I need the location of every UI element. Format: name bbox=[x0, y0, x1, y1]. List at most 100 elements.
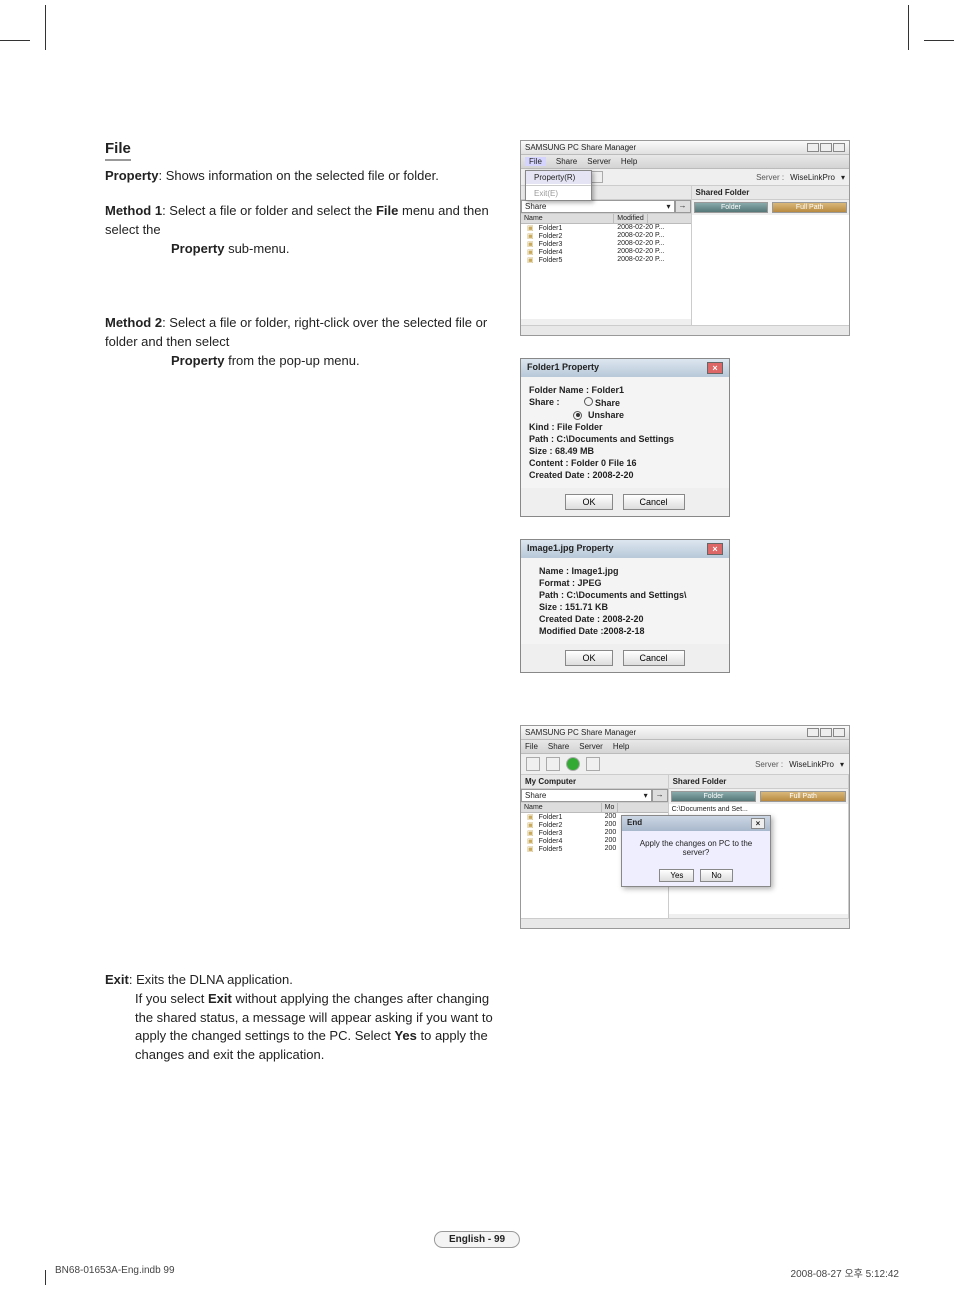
method2: Method 2: Select a file or folder, right… bbox=[105, 314, 500, 371]
menu-help[interactable]: Help bbox=[621, 157, 637, 166]
server-label: Server : bbox=[755, 760, 783, 769]
menubar: File Share Server Help bbox=[521, 740, 849, 754]
fullpath-tab[interactable]: Full Path bbox=[760, 791, 846, 802]
yes-button[interactable]: Yes bbox=[659, 869, 694, 882]
ok-button[interactable]: OK bbox=[565, 494, 612, 510]
path-line: Path : C:\Documents and Settings\ bbox=[539, 590, 721, 600]
kind-line: Kind : File Folder bbox=[529, 422, 721, 432]
share-radio[interactable] bbox=[584, 397, 593, 406]
folder-tab[interactable]: Folder bbox=[694, 202, 769, 213]
app-window-property: SAMSUNG PC Share Manager File Share Serv… bbox=[520, 140, 850, 336]
cancel-button[interactable]: Cancel bbox=[623, 650, 685, 666]
menu-server[interactable]: Server bbox=[579, 742, 603, 751]
toolbar-icon[interactable] bbox=[526, 757, 540, 771]
close-icon[interactable]: × bbox=[707, 362, 723, 374]
window-titlebar: SAMSUNG PC Share Manager bbox=[521, 141, 849, 155]
share-dropdown[interactable]: Share▾ bbox=[521, 789, 652, 802]
chevron-down-icon: ▾ bbox=[667, 202, 671, 211]
crop-mark bbox=[45, 1270, 46, 1285]
dialog-message: Apply the changes on PC to the server? bbox=[622, 831, 770, 865]
col-name[interactable]: Name bbox=[521, 214, 614, 223]
settings-icon[interactable] bbox=[586, 757, 600, 771]
col-modified[interactable]: Mo bbox=[602, 803, 619, 812]
close-icon[interactable] bbox=[833, 728, 845, 737]
footer-filename: BN68-01653A-Eng.indb 99 bbox=[55, 1265, 175, 1280]
server-value[interactable]: WiseLinkPro bbox=[790, 173, 835, 182]
go-button[interactable]: → bbox=[675, 200, 691, 213]
right-panel-title: Shared Folder bbox=[669, 775, 848, 789]
ok-button[interactable]: OK bbox=[565, 650, 612, 666]
maximize-icon[interactable] bbox=[820, 728, 832, 737]
go-button[interactable]: → bbox=[652, 789, 668, 802]
no-button[interactable]: No bbox=[700, 869, 732, 882]
method1: Method 1: Select a file or folder and se… bbox=[105, 202, 500, 259]
property-label: Property bbox=[105, 168, 158, 183]
footer-timestamp: 2008-08-27 오후 5:12:42 bbox=[791, 1265, 899, 1280]
path-line: Path : C:\Documents and Settings bbox=[529, 434, 721, 444]
image-property-dialog: Image1.jpg Property × Name : Image1.jpg … bbox=[520, 539, 730, 673]
file-menu-dropdown: Property(R) Exit(E) bbox=[525, 170, 592, 201]
menu-help[interactable]: Help bbox=[613, 742, 629, 751]
minimize-icon[interactable] bbox=[807, 143, 819, 152]
chevron-down-icon[interactable]: ▾ bbox=[840, 760, 844, 769]
left-panel-title: My Computer bbox=[521, 775, 668, 789]
image-name-line: Name : Image1.jpg bbox=[539, 566, 721, 576]
col-name[interactable]: Name bbox=[521, 803, 602, 812]
menu-share[interactable]: Share bbox=[548, 742, 569, 751]
menu-file[interactable]: File bbox=[525, 157, 546, 166]
folder-property-dialog: Folder1 Property × Folder Name : Folder1… bbox=[520, 358, 730, 517]
shared-folder-body bbox=[692, 215, 849, 325]
share-dropdown[interactable]: Share▾ bbox=[521, 200, 675, 213]
cancel-button[interactable]: Cancel bbox=[623, 494, 685, 510]
menu-share[interactable]: Share bbox=[556, 157, 577, 166]
file-list: ▣Folder12008-02-20 P...▣Folder22008-02-2… bbox=[521, 224, 691, 319]
modified-line: Modified Date :2008-2-18 bbox=[539, 626, 721, 636]
col-modified[interactable]: Modified bbox=[614, 214, 647, 223]
settings-icon[interactable] bbox=[591, 171, 603, 183]
window-titlebar: SAMSUNG PC Share Manager bbox=[521, 726, 849, 740]
close-icon[interactable]: × bbox=[707, 543, 723, 555]
menu-item-property[interactable]: Property(R) bbox=[526, 171, 591, 184]
size-line: Size : 68.49 MB bbox=[529, 446, 721, 456]
window-title: SAMSUNG PC Share Manager bbox=[525, 728, 636, 737]
menubar: File Share Server Help bbox=[521, 155, 849, 169]
fullpath-tab[interactable]: Full Path bbox=[772, 202, 847, 213]
close-icon[interactable]: × bbox=[751, 818, 765, 829]
toolbar: Server : WiseLinkPro ▾ bbox=[521, 754, 849, 775]
table-row[interactable]: ▣Folder22008-02-20 P... bbox=[521, 232, 691, 240]
content-line: Content : Folder 0 File 16 bbox=[529, 458, 721, 468]
table-row[interactable]: ▣Folder42008-02-20 P... bbox=[521, 248, 691, 256]
format-line: Format : JPEG bbox=[539, 578, 721, 588]
folder-name-line: Folder Name : Folder1 bbox=[529, 385, 721, 395]
page-number-badge: English - 99 bbox=[434, 1231, 520, 1248]
dialog-title: Folder1 Property bbox=[527, 362, 599, 374]
menu-file[interactable]: File bbox=[525, 742, 538, 751]
chevron-down-icon[interactable]: ▾ bbox=[841, 173, 845, 182]
right-panel-title: Shared Folder bbox=[692, 186, 849, 200]
minimize-icon[interactable] bbox=[807, 728, 819, 737]
created-line: Created Date : 2008-2-20 bbox=[539, 614, 721, 624]
share-label: Share : bbox=[529, 397, 560, 408]
close-icon[interactable] bbox=[833, 143, 845, 152]
unshare-radio[interactable] bbox=[573, 411, 582, 420]
exit-description: Exit: Exits the DLNA application. If you… bbox=[105, 971, 500, 1065]
table-row[interactable]: ▣Folder32008-02-20 P... bbox=[521, 240, 691, 248]
created-line: Created Date : 2008-2-20 bbox=[529, 470, 721, 480]
server-label: Server : bbox=[756, 173, 784, 182]
dialog-title: End bbox=[627, 818, 642, 829]
folder-tab[interactable]: Folder bbox=[671, 791, 757, 802]
property-description: Property: Shows information on the selec… bbox=[105, 167, 500, 186]
menu-server[interactable]: Server bbox=[587, 157, 611, 166]
table-row[interactable]: ▣Folder12008-02-20 P... bbox=[521, 224, 691, 232]
size-line: Size : 151.71 KB bbox=[539, 602, 721, 612]
window-title: SAMSUNG PC Share Manager bbox=[525, 143, 636, 152]
maximize-icon[interactable] bbox=[820, 143, 832, 152]
menu-item-exit[interactable]: Exit(E) bbox=[526, 187, 591, 200]
toolbar-icon[interactable] bbox=[546, 757, 560, 771]
refresh-icon[interactable] bbox=[566, 757, 580, 771]
section-title: File bbox=[105, 140, 131, 161]
table-row[interactable]: ▣Folder52008-02-20 P... bbox=[521, 256, 691, 264]
dialog-title: Image1.jpg Property bbox=[527, 543, 614, 555]
server-value[interactable]: WiseLinkPro bbox=[789, 760, 834, 769]
app-window-exit: SAMSUNG PC Share Manager File Share Serv… bbox=[520, 725, 850, 929]
